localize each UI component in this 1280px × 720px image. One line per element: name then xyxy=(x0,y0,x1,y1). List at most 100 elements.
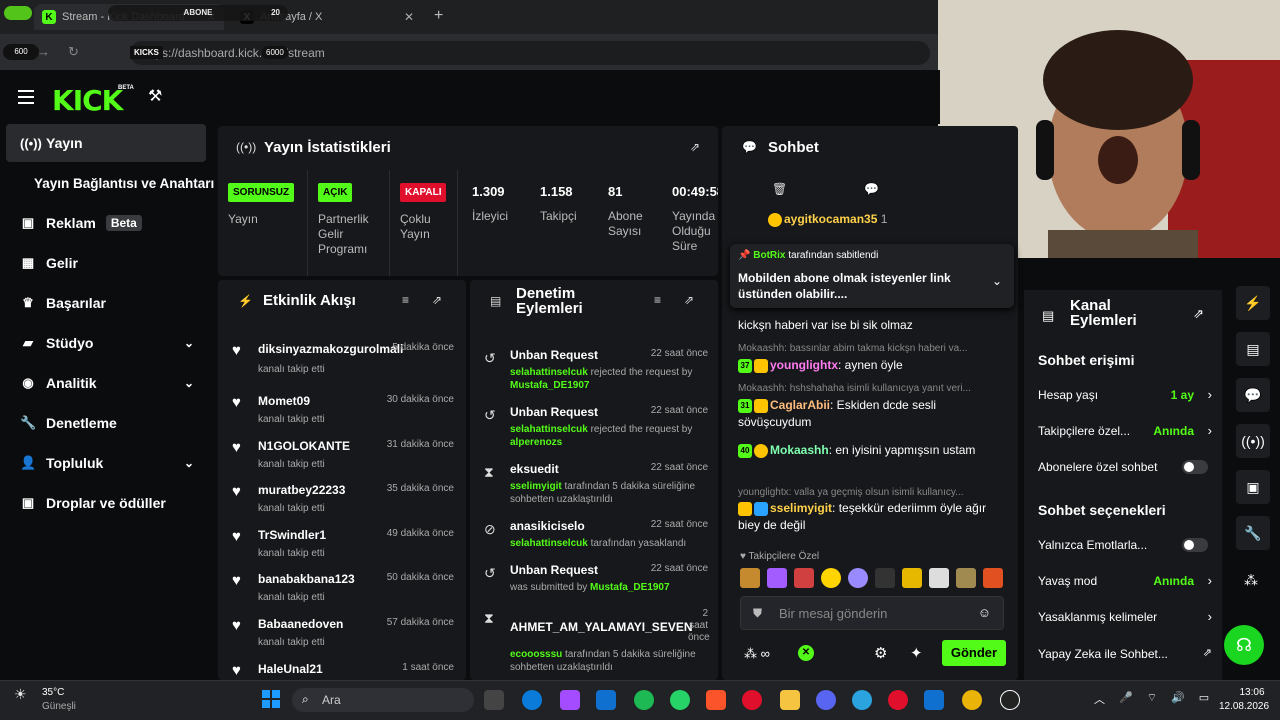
task-view-icon[interactable] xyxy=(484,690,504,710)
actor-name[interactable]: sselimyigit xyxy=(510,481,562,492)
chrome-icon[interactable] xyxy=(962,690,982,710)
hammer-icon[interactable]: ⚒ xyxy=(148,86,162,106)
sidebar-item-studyo[interactable]: ▰ Stüdyo ⌄ xyxy=(6,324,206,362)
microphone-icon[interactable]: 🎤 xyxy=(1119,691,1133,707)
follower-name[interactable]: muratbey22233 xyxy=(258,483,345,497)
account-age-row[interactable]: Hesap yaşı 1 ay › xyxy=(1038,387,1212,402)
followers-only-row[interactable]: Takipçilere özel... Anında › xyxy=(1038,423,1212,438)
outlook-icon[interactable] xyxy=(924,690,944,710)
chat-bubble-icon[interactable]: 💬 xyxy=(864,182,879,196)
url-input[interactable]: https://dashboard.kick.com/stream xyxy=(130,41,930,65)
ai-chat-row[interactable]: Yapay Zeka ile Sohbet... ⇗ xyxy=(1038,647,1212,661)
sidebar-item-analitik[interactable]: ◉ Analitik ⌄ xyxy=(6,364,206,402)
gear-icon[interactable]: ⚙ xyxy=(874,644,887,662)
quick-action-document-button[interactable]: ▤ xyxy=(1236,332,1270,366)
quick-action-broadcast-button[interactable]: ((•)) xyxy=(1236,424,1270,458)
subs-only-toggle[interactable] xyxy=(1182,460,1208,474)
username[interactable]: younglightx xyxy=(770,358,838,372)
emote-icon[interactable] xyxy=(902,568,922,588)
emote-icon[interactable] xyxy=(740,568,760,588)
slow-mode-row[interactable]: Yavaş mod Anında › xyxy=(1038,573,1212,588)
actor-name[interactable]: ecooosssu xyxy=(510,649,562,660)
quick-action-chat-button[interactable]: 💬 xyxy=(1236,378,1270,412)
sidebar-item-gelir[interactable]: ▦ Gelir xyxy=(6,244,206,282)
reload-icon[interactable]: ↻ xyxy=(68,44,79,60)
emote-icon[interactable] xyxy=(767,568,787,588)
emote-icon[interactable] xyxy=(875,568,895,588)
chevron-down-icon[interactable]: ⌄ xyxy=(992,274,1002,288)
emoji-icon[interactable]: ☺ xyxy=(978,605,991,620)
opera-gx-icon[interactable] xyxy=(888,690,908,710)
points-icon[interactable]: ⁂ ∞ xyxy=(744,646,770,662)
emotes-only-toggle[interactable] xyxy=(1182,538,1208,552)
sidebar-item-topluluk[interactable]: 👤 Topluluk ⌄ xyxy=(6,444,206,482)
popout-icon[interactable]: ⇗ xyxy=(432,293,442,307)
sidebar-item-droplar[interactable]: ▣ Droplar ve ödüller xyxy=(6,484,206,522)
emote-icon[interactable] xyxy=(929,568,949,588)
bot-icon[interactable]: ✦ xyxy=(910,644,923,662)
username[interactable]: aygitkocaman35 xyxy=(784,212,877,226)
popout-icon[interactable]: ⇗ xyxy=(1193,306,1204,322)
quick-action-channel-button[interactable]: ▣ xyxy=(1236,470,1270,504)
pinned-by[interactable]: BotRix xyxy=(753,250,785,261)
clock-time[interactable]: 13:06 xyxy=(1232,687,1272,698)
follower-name[interactable]: HaleUnal21 xyxy=(258,662,323,676)
follower-name[interactable]: banabakbana123 xyxy=(258,572,355,586)
emote-icon[interactable] xyxy=(848,568,868,588)
quick-action-lightning-button[interactable]: ⚡ xyxy=(1236,286,1270,320)
filter-icon[interactable]: ≡ xyxy=(654,293,661,307)
discord-icon[interactable] xyxy=(816,690,836,710)
sidebar-item-denetleme[interactable]: 🔧 Denetleme xyxy=(6,404,206,442)
target-name[interactable]: alperenozs xyxy=(510,437,562,448)
taskbar-search[interactable]: ⌕ Ara xyxy=(292,688,474,712)
chat-input-placeholder[interactable]: Bir mesaj gönderin xyxy=(779,606,887,621)
chevron-up-icon[interactable]: ︿ xyxy=(1094,691,1105,707)
volume-icon[interactable]: 🔊 xyxy=(1171,691,1185,707)
copilot-icon[interactable] xyxy=(560,690,580,710)
windows-start-icon[interactable] xyxy=(262,690,280,708)
emote-icon[interactable] xyxy=(956,568,976,588)
follower-name[interactable]: diksinyazmakozgurolmali xyxy=(258,342,403,356)
brave-icon[interactable] xyxy=(706,690,726,710)
follower-name[interactable]: Momet09 xyxy=(258,394,310,408)
filter-icon[interactable]: ≡ xyxy=(402,293,409,307)
emote-icon[interactable] xyxy=(821,568,841,588)
emote-icon[interactable] xyxy=(983,568,1003,588)
trash-icon[interactable]: 🗑 xyxy=(772,182,787,196)
app-icon[interactable] xyxy=(596,690,616,710)
target-name[interactable]: Mustafa_DE1907 xyxy=(510,380,589,391)
folder-icon[interactable] xyxy=(780,690,800,710)
weather-temp[interactable]: 35°C xyxy=(42,687,64,698)
opera-icon[interactable] xyxy=(742,690,762,710)
close-tab-icon[interactable]: ✕ xyxy=(404,10,414,24)
telegram-icon[interactable] xyxy=(852,690,872,710)
target-name[interactable]: Mustafa_DE1907 xyxy=(590,582,669,593)
obs-icon[interactable] xyxy=(1000,690,1020,710)
battery-icon[interactable]: ▭ xyxy=(1199,691,1209,707)
send-button[interactable]: Gönder xyxy=(942,640,1006,666)
username[interactable]: sselimyigit xyxy=(770,501,832,515)
sidebar-item-reklam[interactable]: ▣ Reklam Beta xyxy=(6,204,206,242)
actor-name[interactable]: selahattinselcuk xyxy=(510,367,588,378)
spotify-icon[interactable] xyxy=(634,690,654,710)
actor-name[interactable]: selahattinselcuk xyxy=(510,424,588,435)
sidebar-item-stream-key[interactable]: Yayın Bağlantısı ve Anahtarı xyxy=(20,164,220,202)
popout-icon[interactable]: ⇗ xyxy=(690,140,700,154)
popout-icon[interactable]: ⇗ xyxy=(684,293,694,307)
username[interactable]: CaglarAbii xyxy=(770,398,830,412)
wifi-icon[interactable]: ⌔ xyxy=(1147,691,1157,707)
new-tab-button[interactable]: + xyxy=(434,7,443,25)
kick-coin-icon[interactable]: ✕ xyxy=(798,645,814,661)
dots-icon[interactable]: ⁂ xyxy=(1244,572,1258,589)
sidebar-item-yayin[interactable]: ((•)) Yayın xyxy=(6,124,206,162)
sidebar-item-basarilar[interactable]: ♛ Başarılar xyxy=(6,284,206,322)
username[interactable]: Mokaashh xyxy=(770,443,829,457)
whatsapp-icon[interactable] xyxy=(670,690,690,710)
chat-input-box[interactable]: ⛊ Bir mesaj gönderin ☺ xyxy=(740,596,1004,630)
support-headset-icon[interactable]: ☊ xyxy=(1224,625,1264,665)
follower-name[interactable]: N1GOLOKANTE xyxy=(258,439,350,453)
kick-logo[interactable]: KICK xyxy=(52,84,123,117)
quick-action-wrench-button[interactable]: 🔧 xyxy=(1236,516,1270,550)
actor-name[interactable]: selahattinselcuk xyxy=(510,538,588,549)
follower-name[interactable]: Babaanedoven xyxy=(258,617,343,631)
